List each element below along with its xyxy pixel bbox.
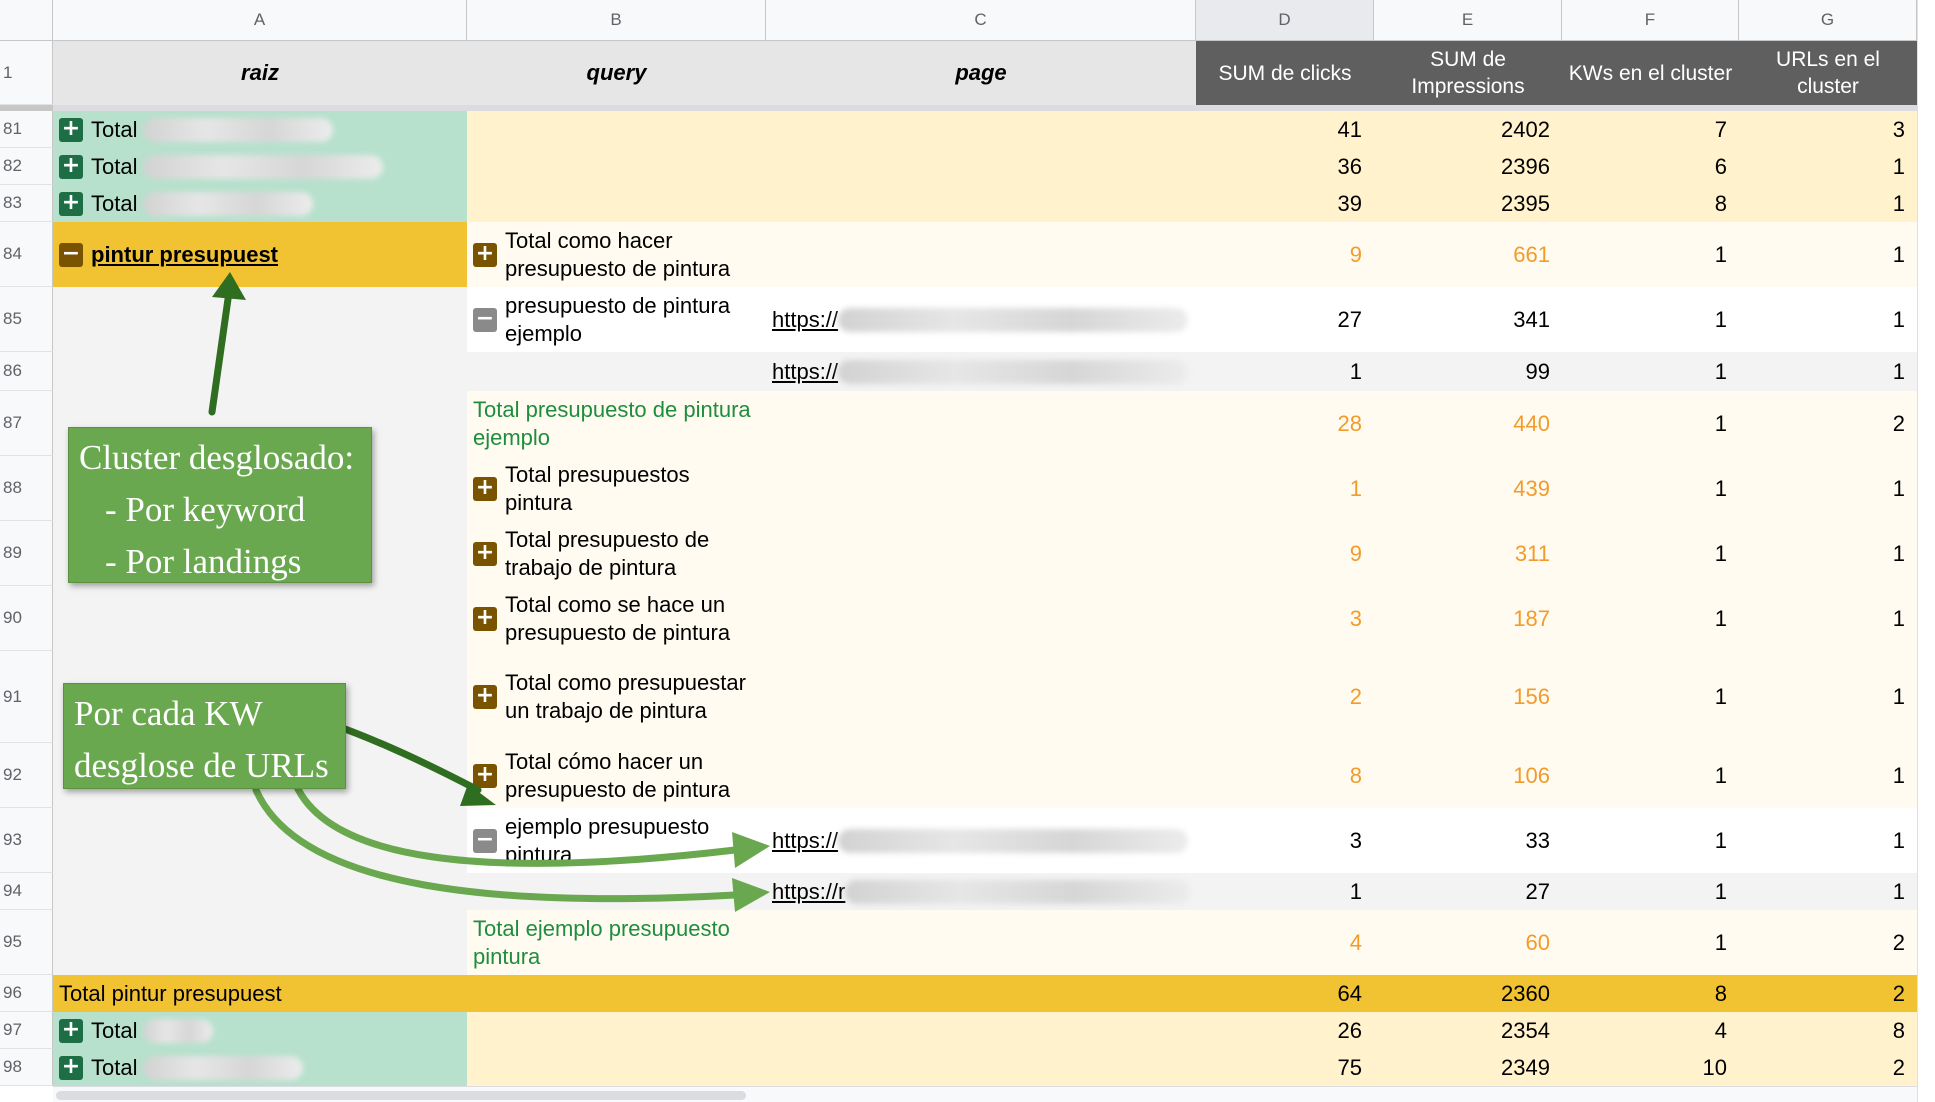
callout-line: Por cada KW <box>74 694 263 733</box>
callout-line: - Por keyword <box>105 490 306 529</box>
arrow-up-to-cluster <box>208 272 246 416</box>
arrow-to-url-1 <box>292 781 770 868</box>
callout-cluster-breakdown: Cluster desglosado: - Por keyword - Por … <box>68 427 372 583</box>
arrow-to-url-2 <box>252 786 770 912</box>
callout-line: Cluster desglosado: <box>79 438 355 477</box>
callout-line: desglose de URLs <box>74 746 329 785</box>
callout-urls-per-kw: Por cada KW desglose de URLs <box>63 683 346 789</box>
callout-line: - Por landings <box>105 542 302 581</box>
